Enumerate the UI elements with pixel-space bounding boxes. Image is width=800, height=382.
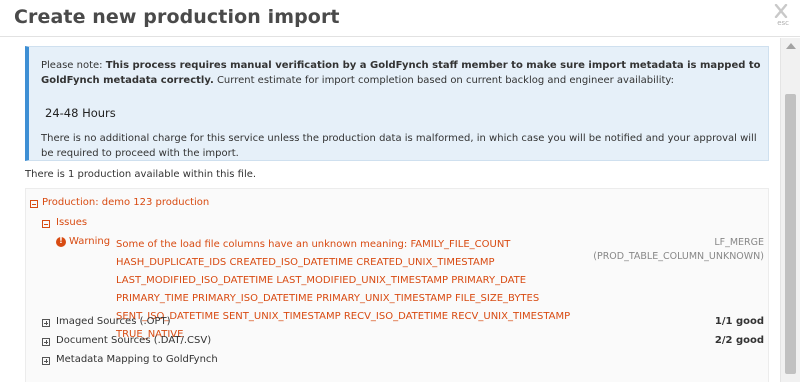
section-label: Document Sources (.DAT/.CSV) xyxy=(56,335,212,346)
issues-label: Issues xyxy=(56,217,88,228)
collapse-icon[interactable] xyxy=(30,200,38,208)
close-icon[interactable] xyxy=(773,4,789,18)
dialog-header: Create new production import esc xyxy=(0,0,800,37)
verification-notice: Please note: This process requires manua… xyxy=(25,46,769,161)
notice-footer: There is no additional charge for this s… xyxy=(41,133,757,159)
production-panel: Production: demo 123 production Issues W… xyxy=(25,188,769,382)
production-label: Production: demo 123 production xyxy=(42,197,210,208)
section-label: Imaged Sources (.OPT) xyxy=(56,316,171,327)
notice-intro: Please note: xyxy=(41,60,103,71)
collapse-icon[interactable] xyxy=(42,220,50,228)
warning-message: Some of the load file columns have an un… xyxy=(116,239,571,340)
notice-text: Please note: This process requires manua… xyxy=(41,58,761,88)
dialog-title: Create new production import xyxy=(14,6,340,28)
scroll-thumb[interactable] xyxy=(785,94,796,374)
warning-code: LF_MERGE (PROD_TABLE_COLUMN_UNKNOWN) xyxy=(593,237,764,262)
expand-icon[interactable] xyxy=(42,319,50,327)
section-status: 2/2 good xyxy=(714,335,764,346)
expand-icon[interactable] xyxy=(42,357,50,365)
scrollbar[interactable] xyxy=(780,38,800,382)
warning-level: Warning xyxy=(69,236,111,247)
scroll-up-icon[interactable] xyxy=(786,43,796,49)
esc-label: esc xyxy=(777,19,789,27)
time-estimate: 24-48 Hours xyxy=(45,106,116,120)
section-label: Metadata Mapping to GoldFynch xyxy=(56,354,218,365)
notice-normal-text: Current estimate for import completion b… xyxy=(216,75,674,86)
production-count: There is 1 production available within t… xyxy=(25,169,257,180)
warning-icon xyxy=(56,236,66,247)
dialog-body: Please note: This process requires manua… xyxy=(0,38,779,382)
expand-icon[interactable] xyxy=(42,338,50,346)
section-status: 1/1 good xyxy=(714,316,764,327)
